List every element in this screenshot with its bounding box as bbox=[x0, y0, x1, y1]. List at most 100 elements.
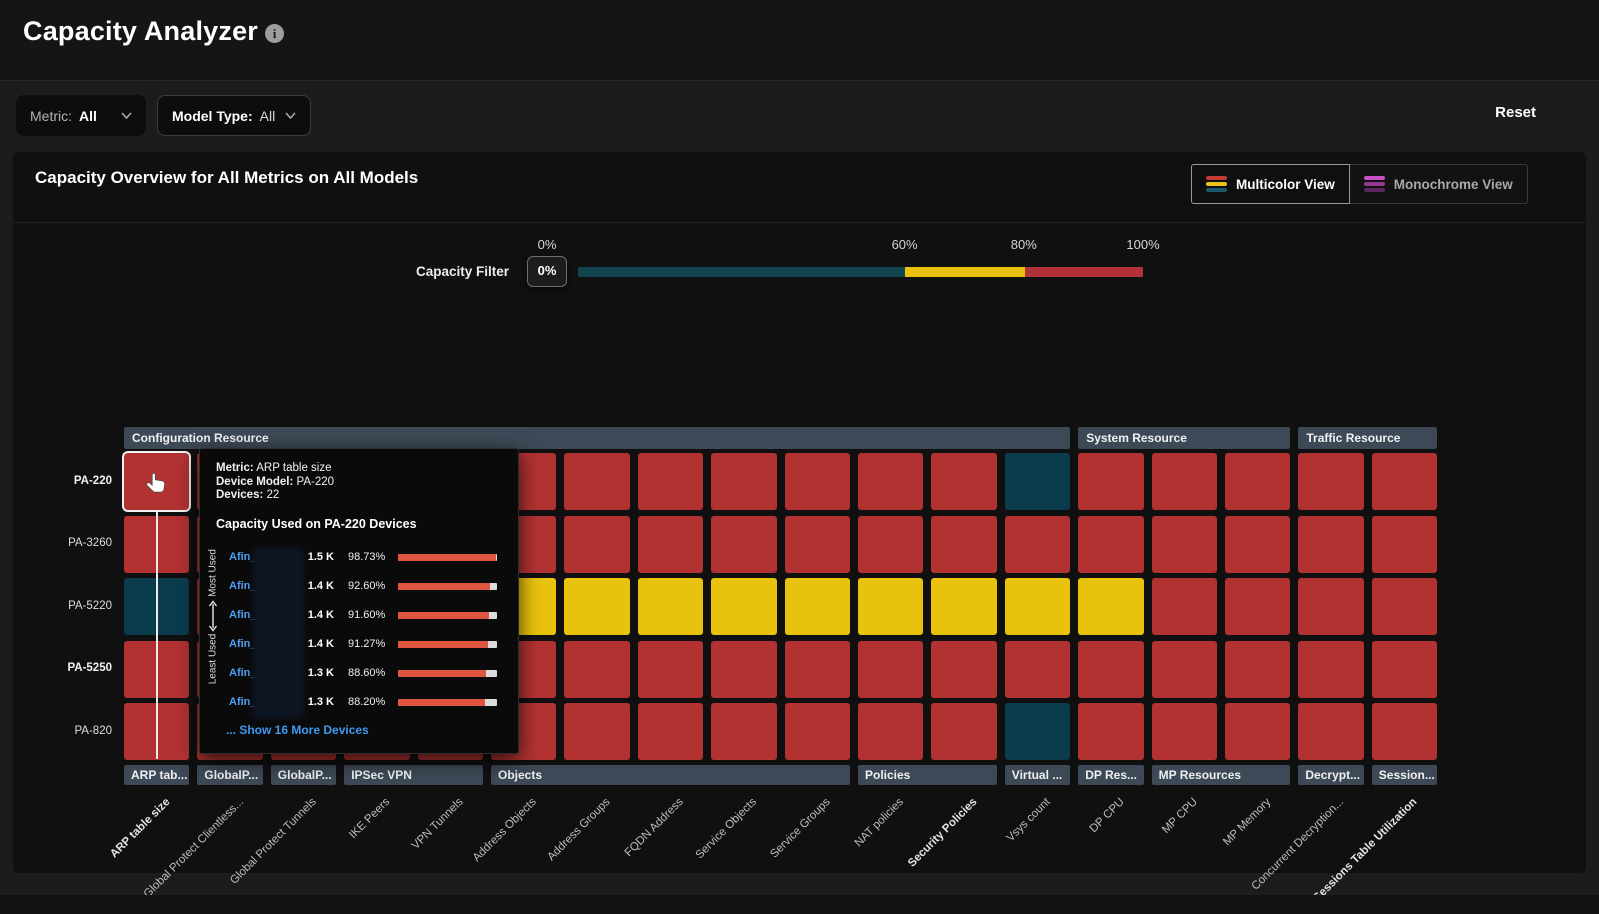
reset-button[interactable]: Reset bbox=[1484, 104, 1536, 121]
model-type-value: All bbox=[260, 108, 276, 124]
capacity-analyzer-page: Capacity Analyzer i Metric: All Model Ty… bbox=[0, 0, 1599, 914]
show-more-devices-link[interactable]: ... Show 16 More Devices bbox=[226, 723, 369, 737]
monochrome-icon bbox=[1364, 176, 1385, 192]
metric-dropdown[interactable]: Metric: All bbox=[16, 95, 146, 136]
info-icon[interactable]: i bbox=[265, 24, 284, 43]
cell-pa-3260-col12[interactable] bbox=[931, 516, 996, 573]
cell-pa-3260-col14[interactable] bbox=[1078, 516, 1143, 573]
cell-pa-5220-col7[interactable] bbox=[564, 578, 629, 635]
filter-tick-100%: 100% bbox=[1126, 237, 1159, 252]
cell-pa-5220-col12[interactable] bbox=[931, 578, 996, 635]
group-footer-globalp-[interactable]: GlobalP... bbox=[271, 765, 336, 785]
cell-pa-3260-col10[interactable] bbox=[785, 516, 850, 573]
cell-pa-5250-col14[interactable] bbox=[1078, 641, 1143, 698]
tooltip-info-line: Devices: 22 bbox=[216, 489, 334, 503]
cell-pa-5220-col18[interactable] bbox=[1372, 578, 1437, 635]
cell-pa-820-col15[interactable] bbox=[1152, 703, 1217, 760]
cell-pa-3260-col7[interactable] bbox=[564, 516, 629, 573]
bottom-strip bbox=[0, 895, 1599, 914]
cell-pa-220-col9[interactable] bbox=[711, 453, 776, 510]
cell-pa-3260-col15[interactable] bbox=[1152, 516, 1217, 573]
filter-tick-0%: 0% bbox=[538, 237, 557, 252]
row-label-pa-820: PA-820 bbox=[28, 725, 112, 737]
cell-pa-220-col7[interactable] bbox=[564, 453, 629, 510]
device-percent: 88.20% bbox=[348, 696, 398, 708]
cell-pa-3260-col16[interactable] bbox=[1225, 516, 1290, 573]
cell-pa-5250-col8[interactable] bbox=[638, 641, 703, 698]
capacity-filter-slider[interactable] bbox=[578, 267, 1143, 277]
cell-pa-220-col11[interactable] bbox=[858, 453, 923, 510]
cell-pa-3260-col13[interactable] bbox=[1005, 516, 1070, 573]
cell-pa-820-col16[interactable] bbox=[1225, 703, 1290, 760]
cell-pa-5220-col14[interactable] bbox=[1078, 578, 1143, 635]
cell-tooltip: Metric: ARP table sizeDevice Model: PA-2… bbox=[199, 448, 519, 754]
cell-pa-820-col11[interactable] bbox=[858, 703, 923, 760]
group-footer-session-[interactable]: Session... bbox=[1372, 765, 1437, 785]
cell-pa-820-col12[interactable] bbox=[931, 703, 996, 760]
cell-pa-5250-col18[interactable] bbox=[1372, 641, 1437, 698]
cell-pa-5250-col10[interactable] bbox=[785, 641, 850, 698]
chevron-down-icon bbox=[285, 112, 296, 119]
cell-pa-220-col17[interactable] bbox=[1298, 453, 1363, 510]
filter-tick-80%: 80% bbox=[1011, 237, 1037, 252]
cell-pa-5220-col15[interactable] bbox=[1152, 578, 1217, 635]
group-footer-virtual-[interactable]: Virtual ... bbox=[1005, 765, 1070, 785]
tooltip-info-lines: Metric: ARP table sizeDevice Model: PA-2… bbox=[216, 462, 334, 503]
device-row: Afin_1.5 K98.73% bbox=[200, 544, 520, 572]
cell-pa-3260-col8[interactable] bbox=[638, 516, 703, 573]
multicolor-view-button[interactable]: Multicolor View bbox=[1191, 164, 1350, 204]
cell-pa-5250-col7[interactable] bbox=[564, 641, 629, 698]
cell-pa-5250-col16[interactable] bbox=[1225, 641, 1290, 698]
group-footer-dp-res-[interactable]: DP Res... bbox=[1078, 765, 1143, 785]
cell-pa-820-col13[interactable] bbox=[1005, 703, 1070, 760]
cell-pa-3260-col17[interactable] bbox=[1298, 516, 1363, 573]
cell-pa-5220-col9[interactable] bbox=[711, 578, 776, 635]
cell-pa-820-col7[interactable] bbox=[564, 703, 629, 760]
cell-pa-5220-col13[interactable] bbox=[1005, 578, 1070, 635]
group-footer-ipsec-vpn[interactable]: IPSec VPN bbox=[344, 765, 483, 785]
cell-pa-5250-col11[interactable] bbox=[858, 641, 923, 698]
cell-pa-820-col10[interactable] bbox=[785, 703, 850, 760]
cell-pa-5250-col17[interactable] bbox=[1298, 641, 1363, 698]
cell-pa-5250-col15[interactable] bbox=[1152, 641, 1217, 698]
cell-pa-220-col12[interactable] bbox=[931, 453, 996, 510]
cell-pa-5220-col10[interactable] bbox=[785, 578, 850, 635]
cell-pa-220-col18[interactable] bbox=[1372, 453, 1437, 510]
cell-pa-5220-col11[interactable] bbox=[858, 578, 923, 635]
cell-pa-5250-col9[interactable] bbox=[711, 641, 776, 698]
cell-pa-220-col13[interactable] bbox=[1005, 453, 1070, 510]
monochrome-view-button[interactable]: Monochrome View bbox=[1350, 164, 1528, 204]
cell-pa-220-col16[interactable] bbox=[1225, 453, 1290, 510]
cell-pa-5220-col8[interactable] bbox=[638, 578, 703, 635]
device-percent: 91.60% bbox=[348, 609, 398, 621]
cell-pa-820-col14[interactable] bbox=[1078, 703, 1143, 760]
cell-pa-5220-col17[interactable] bbox=[1298, 578, 1363, 635]
capacity-filter-label: Capacity Filter bbox=[330, 264, 509, 279]
cell-pa-820-col9[interactable] bbox=[711, 703, 776, 760]
group-footer-mp-resources[interactable]: MP Resources bbox=[1152, 765, 1291, 785]
cell-pa-3260-col9[interactable] bbox=[711, 516, 776, 573]
hand-cursor-icon bbox=[144, 471, 168, 503]
group-footer-decrypt-[interactable]: Decrypt... bbox=[1298, 765, 1363, 785]
cell-pa-220-col14[interactable] bbox=[1078, 453, 1143, 510]
group-footer-globalp-[interactable]: GlobalP... bbox=[197, 765, 262, 785]
cell-pa-3260-col18[interactable] bbox=[1372, 516, 1437, 573]
group-footer-objects[interactable]: Objects bbox=[491, 765, 850, 785]
model-type-dropdown[interactable]: Model Type: All bbox=[157, 95, 311, 136]
group-footer-policies[interactable]: Policies bbox=[858, 765, 997, 785]
group-footer-arp-tab-[interactable]: ARP tab... bbox=[124, 765, 189, 785]
top-bar: Capacity Analyzer i bbox=[0, 0, 1599, 81]
cell-pa-3260-col11[interactable] bbox=[858, 516, 923, 573]
metric-value: All bbox=[79, 108, 97, 124]
cell-pa-820-col17[interactable] bbox=[1298, 703, 1363, 760]
chevron-down-icon bbox=[121, 112, 132, 119]
cell-pa-220-col8[interactable] bbox=[638, 453, 703, 510]
cell-pa-5250-col13[interactable] bbox=[1005, 641, 1070, 698]
cell-pa-820-col8[interactable] bbox=[638, 703, 703, 760]
cell-pa-5250-col12[interactable] bbox=[931, 641, 996, 698]
capacity-filter-handle[interactable]: 0% bbox=[527, 256, 567, 287]
cell-pa-220-col15[interactable] bbox=[1152, 453, 1217, 510]
cell-pa-5220-col16[interactable] bbox=[1225, 578, 1290, 635]
cell-pa-220-col10[interactable] bbox=[785, 453, 850, 510]
cell-pa-820-col18[interactable] bbox=[1372, 703, 1437, 760]
